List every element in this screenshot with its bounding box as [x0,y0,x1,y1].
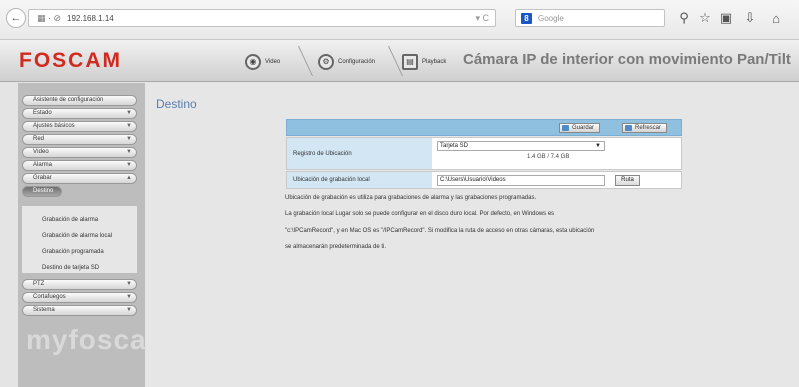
tab-divider [283,46,313,76]
tab-label: Video [265,58,281,65]
note-line: La grabación local Lugar solo se puede c… [285,211,555,217]
clipboard-icon[interactable]: ▣ [718,10,734,26]
sidebar-item-label: PTZ [33,281,45,287]
tab-video[interactable]: ◉ Video [245,47,280,76]
submenu-local-alarm-recording[interactable]: Grabación de alarma local [42,233,112,239]
note-line: Ubicación de grabación es utiliza para g… [285,195,537,201]
record-submenu: Grabación de alarma Grabación de alarma … [22,206,137,273]
sidebar-item-network[interactable]: Red ▼ [22,134,137,145]
app-header: FOSCAM ◉ Video ⚙ Configuración ▤ Playbac… [0,40,799,82]
local-path-label: Ubicación de grabación local [287,172,432,188]
refresh-button[interactable]: Refrescar [622,123,668,133]
gear-icon: ⚙ [318,53,334,70]
search-input[interactable]: 8 Google [515,9,665,27]
address-bar[interactable]: ▦ · ⊘ 192.168.1.14 ▾ C [28,9,496,27]
submenu-alarm-recording[interactable]: Grabación de alarma [42,217,98,223]
back-arrow-icon[interactable]: ← [6,8,26,28]
sidebar-item-label: Vídeo [33,149,49,155]
search-placeholder: Google [538,14,564,23]
browser-toolbar: ← ▦ · ⊘ 192.168.1.14 ▾ C 8 Google ⚲ ☆ ▣ … [0,0,799,40]
record-location-select[interactable]: Tarjeta SD ▼ [437,141,605,151]
sidebar-item-label: Destino [33,188,54,194]
sidebar-item-status[interactable]: Estado ▼ [22,108,137,119]
sidebar-item-basic-settings[interactable]: Ajustes básicos ▼ [22,121,137,132]
site-identity-icon: ▦ · ⊘ [37,13,62,23]
record-location-label: Registro de Ubicación [287,138,432,169]
sidebar-item-label: Estado [33,110,52,116]
local-path-field[interactable]: C:\Users\Usuario\Videos [437,175,605,186]
url-text[interactable]: 192.168.1.14 [67,14,114,23]
sidebar-item-label: Cortafuegos [33,294,66,300]
sidebar-item-record[interactable]: Grabar ▲ [22,173,137,184]
playback-icon: ▤ [402,53,418,70]
sidebar-item-alarm[interactable]: Alarma ▼ [22,160,137,171]
form-toolbar: Guardar Refrescar [286,119,682,136]
refresh-label: Refrescar [635,125,662,131]
sidebar-item-video[interactable]: Vídeo ▼ [22,147,137,158]
sidebar-item-label: Ajustes básicos [33,123,75,129]
tab-label: Configuración [338,58,376,65]
download-icon[interactable]: ⇩ [742,10,758,26]
tab-playback[interactable]: ▤ Playback [402,47,446,76]
tab-label: Playback [422,58,447,65]
star-icon[interactable]: ☆ [697,10,713,26]
tab-divider [373,46,403,76]
chevron-down-icon: ▼ [126,307,132,313]
chevron-down-icon: ▼ [126,162,132,168]
local-path-row: Ubicación de grabación local C:\Users\Us… [286,171,682,189]
chevron-down-icon: ▼ [595,143,601,149]
submenu-sd-card-destination[interactable]: Destino de tarjeta SD [42,265,99,271]
sidebar-item-system[interactable]: Sistema ▼ [22,305,137,316]
foscam-logo: FOSCAM [19,49,122,72]
camera-title: Cámara IP de interior con movimiento Pan… [463,51,791,68]
home-icon[interactable]: ⌂ [768,10,784,26]
refresh-icon [625,125,632,131]
chevron-down-icon: ▼ [126,294,132,300]
video-icon: ◉ [245,53,261,70]
sidebar-item-label: Red [33,136,45,142]
submenu-scheduled-recording[interactable]: Grabación programada [42,249,104,255]
record-location-value: Tarjeta SD [440,143,469,149]
sidebar-item-label: Asistente de configuración [33,97,104,103]
chevron-down-icon: ▼ [126,149,132,155]
sd-quota: 1.4 GB / 7.4 GB [527,154,570,160]
sidebar-item-destination[interactable]: Destino [22,186,62,197]
chevron-down-icon: ▼ [126,136,132,142]
chevron-up-icon: ▲ [126,175,132,181]
record-location-row: Registro de Ubicación Tarjeta SD ▼ 1.4 G… [286,137,682,170]
save-label: Guardar [572,125,595,131]
chevron-down-icon: ▼ [126,110,132,116]
sidebar-item-firewall[interactable]: Cortafuegos ▼ [22,292,137,303]
sidebar-item-ptz[interactable]: PTZ ▼ [22,279,137,290]
search-icon[interactable]: ⚲ [676,10,692,26]
save-button[interactable]: Guardar [559,123,601,133]
chevron-down-icon: ▼ [126,123,132,129]
reload-icon[interactable]: ▾ C [475,13,489,24]
tab-settings[interactable]: ⚙ Configuración [318,47,375,76]
page-title: Destino [156,97,197,111]
main-content: Destino Guardar Refrescar Registro de Ub… [146,83,799,387]
save-icon [562,125,569,131]
browse-button[interactable]: Ruta [615,175,640,186]
search-engine-icon[interactable]: 8 [521,13,532,24]
note-line: se almacenarán predeterminada de ti. [285,244,387,250]
sidebar-item-label: Grabar [33,175,52,181]
note-line: "c:\IPCamRecord", y en Mac OS es "/IPCam… [285,228,595,234]
sidebar-item-label: Sistema [33,307,55,313]
chevron-down-icon: ▼ [126,281,132,287]
sidebar-item-setup-wizard[interactable]: Asistente de configuración [22,95,137,106]
sidebar-item-label: Alarma [33,162,53,168]
